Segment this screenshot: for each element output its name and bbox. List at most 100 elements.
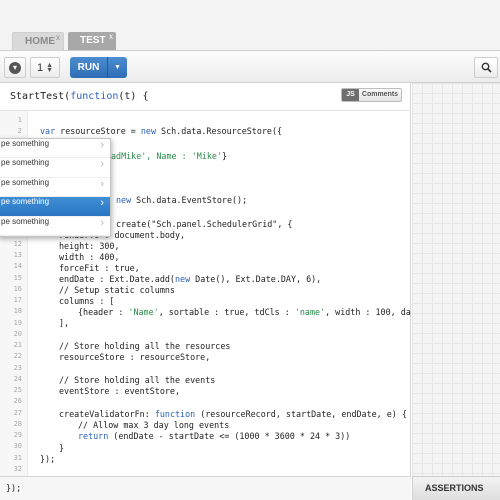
tab-home-close-icon[interactable]: x — [56, 29, 60, 47]
start-test-function-keyword: function — [70, 91, 119, 102]
chevron-right-icon: › — [100, 158, 104, 171]
code-line: eventStore : eventStore, — [59, 386, 181, 396]
code-line: height: 300, — [59, 241, 120, 251]
line-number: 19 — [13, 318, 22, 327]
line-number: 24 — [13, 374, 22, 383]
chevron-down-icon: ▾ — [9, 61, 21, 74]
collapse-button[interactable]: ▾ — [4, 57, 26, 78]
line-number: 14 — [13, 262, 22, 271]
line-number: 23 — [13, 363, 22, 372]
code-line: new Sch.data.EventStore(); — [116, 195, 247, 206]
start-test-call: StartTest( — [10, 91, 71, 102]
view-toggle: JS Comments — [341, 88, 402, 102]
chevron-right-icon: › — [100, 177, 104, 190]
code-token: new — [174, 274, 191, 284]
menu-item[interactable]: pe something › — [0, 177, 110, 198]
code-token: (endDate - startDate <= (1000 * 3600 * 2… — [108, 431, 351, 441]
start-test-line: StartTest(function(t) { — [10, 91, 149, 102]
code-line: ], — [59, 318, 70, 328]
code-line: create("Sch.panel.SchedulerGrid", { — [116, 219, 292, 230]
line-number: 18 — [13, 307, 22, 316]
line-number: 15 — [13, 273, 22, 282]
run-options-button[interactable]: ▼ — [108, 57, 127, 78]
code-line: createValidatorFn: function (resourceRec… — [59, 409, 407, 420]
line-number: 30 — [13, 442, 22, 451]
start-test-args: (t) { — [118, 91, 149, 102]
code-line: resourceStore : resourceStore, — [59, 352, 211, 362]
chevron-right-icon: › — [100, 139, 104, 151]
menu-item-label: pe something — [1, 139, 50, 148]
run-count-stepper[interactable]: 1 ▲ ▼ — [30, 57, 60, 78]
assertions-tab[interactable]: ASSERTIONS — [412, 476, 500, 500]
line-number: 25 — [13, 386, 22, 394]
code-token: Sch.data.ResourceStore({ — [156, 126, 283, 136]
line-number: 26 — [13, 397, 22, 406]
line-number: 12 — [13, 239, 22, 248]
menu-item-label: pe something — [1, 216, 50, 226]
line-number: 21 — [13, 341, 22, 349]
code-token: 'Name' — [128, 307, 159, 317]
code-line: var resourceStore = new Sch.data.Resourc… — [40, 126, 282, 137]
menu-item[interactable]: pe something › — [0, 139, 110, 159]
run-count-value: 1 — [36, 61, 44, 74]
code-token: 'Mike' — [191, 151, 222, 161]
tab-home[interactable]: HOME x — [12, 32, 64, 50]
line-number: 17 — [13, 296, 22, 304]
code-token: new — [140, 126, 156, 136]
code-token: {header : — [78, 307, 129, 317]
line-number: 16 — [13, 284, 22, 293]
line-number: 1 — [17, 116, 22, 124]
code-token: function — [154, 409, 196, 419]
menu-item-label: pe something — [1, 158, 50, 168]
code-line: {header : 'Name', sortable : true, tdCls… — [78, 307, 411, 318]
code-token: , width : 100, dataIndex : 'Nam — [325, 307, 411, 317]
menu-item[interactable]: pe something › — [0, 217, 110, 236]
code-line: return (endDate - startDate <= (1000 * 3… — [78, 431, 350, 442]
code-comment: // Allow max 3 day long events — [78, 420, 230, 430]
search-icon — [481, 62, 492, 73]
tab-test[interactable]: TEST x — [68, 32, 116, 50]
run-button[interactable]: RUN — [70, 57, 108, 78]
line-number: 13 — [13, 251, 22, 259]
editor-footer: }); — [0, 476, 411, 500]
code-line: endDate : Ext.Date.add(new Date(), Ext.D… — [59, 274, 321, 285]
code-token: resourceStore = — [55, 126, 141, 136]
line-number: 22 — [13, 352, 22, 361]
line-number: 31 — [13, 453, 22, 462]
line-number: 2 — [17, 127, 22, 136]
code-token: } — [221, 151, 227, 161]
code-line: }); — [40, 454, 56, 464]
search-button[interactable] — [474, 57, 498, 78]
code-token: 'name' — [294, 307, 326, 317]
code-token: create("Sch.panel.SchedulerGrid", { — [116, 219, 293, 229]
code-token: return — [78, 431, 109, 441]
toolbar: ▾ 1 ▲ ▼ RUN ▼ — [0, 50, 500, 83]
code-line: columns : [ — [59, 296, 115, 306]
code-line: forceFit : true, — [59, 263, 140, 273]
line-number: 20 — [13, 329, 22, 338]
preview-pane — [412, 83, 500, 476]
code-token: new — [116, 195, 132, 205]
code-token: Sch.data.EventStore(); — [131, 195, 248, 205]
autocomplete-menu: pe something › pe something › pe something › p… — [0, 138, 111, 237]
menu-item-label: pe something — [1, 177, 50, 187]
tab-home-label: HOME — [25, 36, 55, 47]
code-line: } — [59, 443, 65, 453]
chevron-right-icon: › — [100, 216, 104, 229]
code-line: width : 400, — [59, 252, 120, 262]
run-button-group: RUN ▼ — [70, 57, 127, 78]
menu-item[interactable]: pe something › — [0, 158, 110, 178]
chevron-right-icon: › — [100, 197, 104, 210]
line-number: 28 — [13, 419, 22, 428]
toggle-js-button[interactable]: JS — [342, 89, 359, 101]
line-number: 29 — [13, 431, 22, 439]
menu-item-label: pe something — [1, 197, 50, 207]
toggle-comments-button[interactable]: Comments — [359, 89, 401, 101]
tab-test-close-icon[interactable]: x — [109, 28, 113, 46]
code-token: endDate : Ext.Date.add( — [59, 274, 175, 284]
menu-item[interactable]: pe something › — [0, 197, 110, 217]
line-number: 32 — [13, 464, 22, 473]
stepper-icon: ▲ ▼ — [46, 61, 54, 74]
editor-header: StartTest(function(t) { JS Comments — [0, 83, 411, 111]
code-token: Date(), Ext.Date.DAY, 6), — [190, 274, 322, 284]
